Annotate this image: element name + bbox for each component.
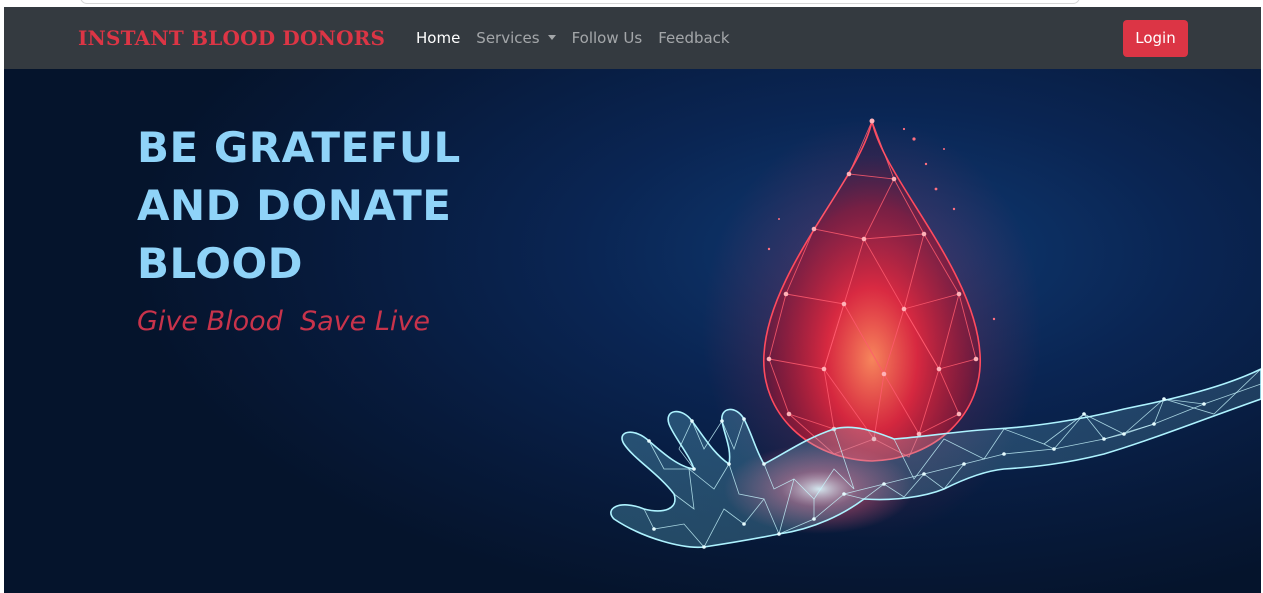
address-bar-edge [80, 0, 1080, 4]
hero-banner: BE GRATEFUL AND DONATE BLOOD Give Blood … [4, 69, 1261, 593]
browser-top-strip [0, 0, 1263, 7]
hero-title: BE GRATEFUL AND DONATE BLOOD [137, 119, 557, 293]
nav-item-follow-us[interactable]: Follow Us [564, 29, 651, 47]
login-button[interactable]: Login [1123, 20, 1188, 57]
brand-logo-text[interactable]: INSTANT BLOOD DONORS [78, 26, 385, 50]
hero-title-line-3: BLOOD [137, 239, 304, 288]
caret-down-icon [547, 35, 556, 40]
hero-illustration [610, 118, 1261, 549]
nav-item-services-label: Services [476, 29, 540, 47]
navbar: INSTANT BLOOD DONORS Home Services Follo… [4, 7, 1261, 69]
hero-title-line-1: BE GRATEFUL [137, 123, 461, 172]
hero-tagline: Give Blood Save Live [137, 306, 430, 337]
hero-title-line-2: AND DONATE [137, 181, 452, 230]
nav-links: Home Services Follow Us Feedback [408, 29, 738, 47]
nav-item-feedback[interactable]: Feedback [650, 29, 737, 47]
nav-item-services[interactable]: Services [468, 29, 563, 47]
nav-item-home[interactable]: Home [408, 29, 468, 47]
